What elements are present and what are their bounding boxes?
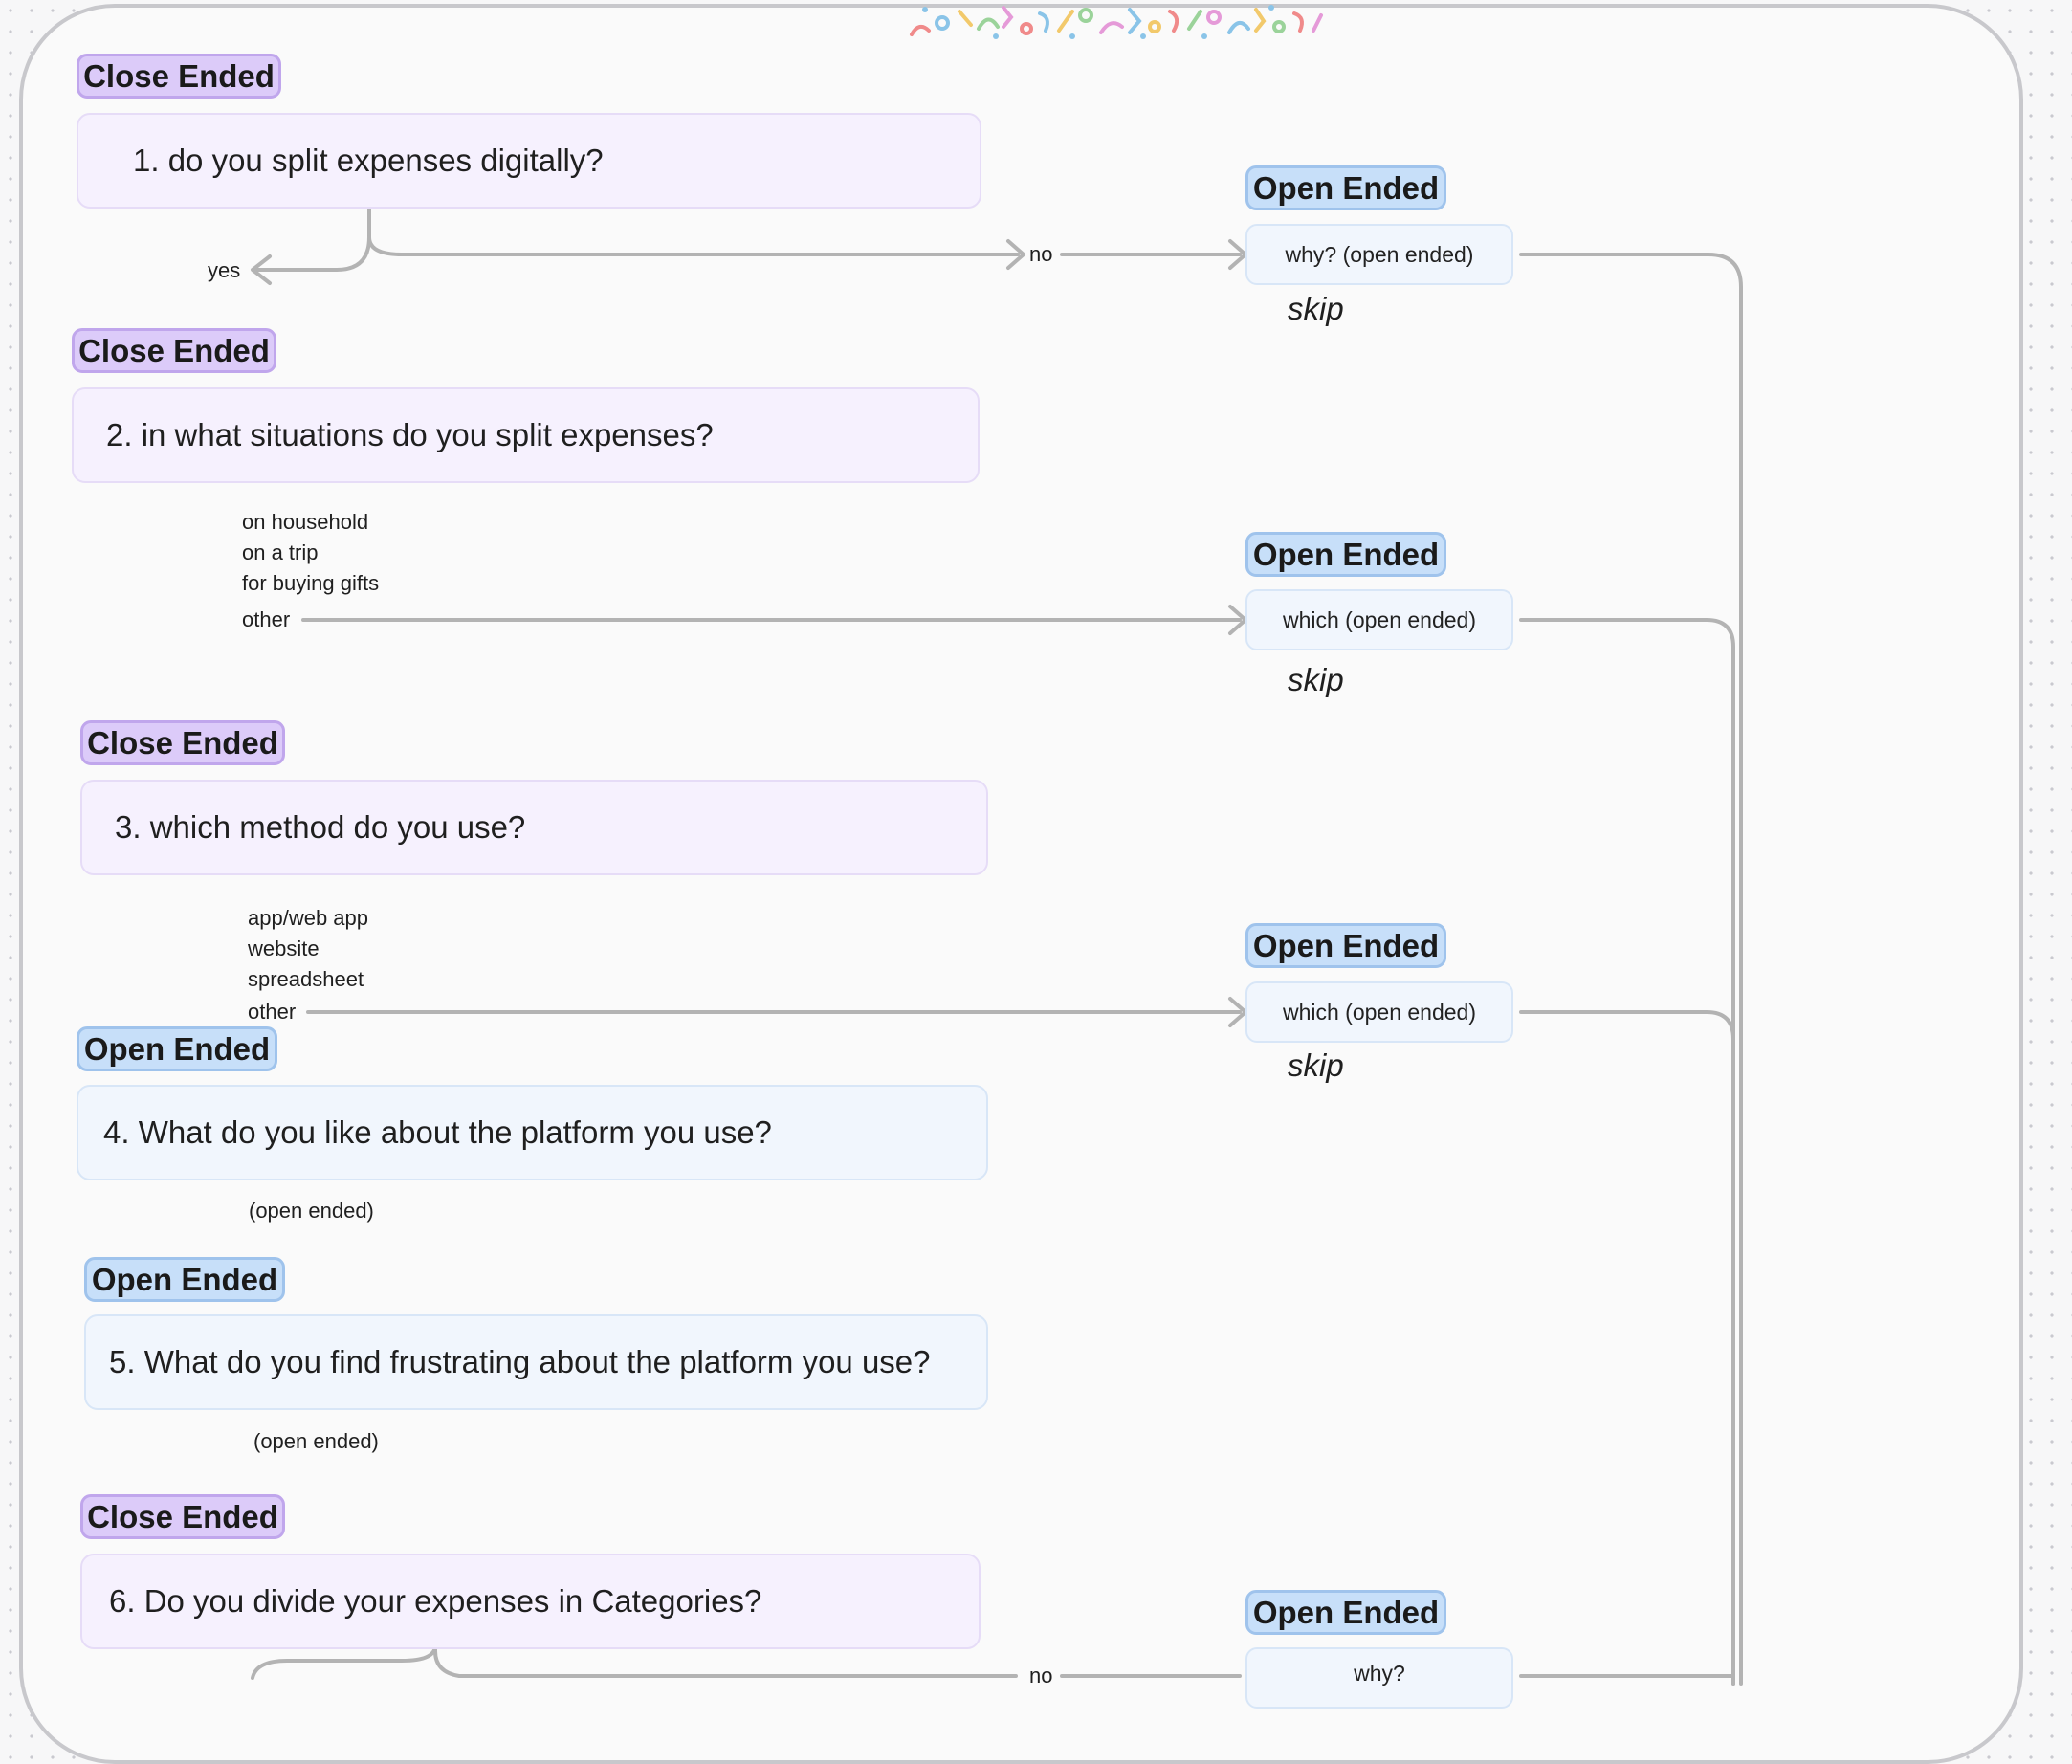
q3-option-app: app/web app (248, 906, 368, 930)
question-6-box: 6. Do you divide your expenses in Catego… (80, 1554, 981, 1649)
q3-skip-label: skip (1288, 1047, 1344, 1083)
q1-no-label: no (1029, 242, 1053, 266)
q3-option-spreadsheet: spreadsheet (248, 967, 364, 991)
q6-branch-yes-line (251, 1643, 437, 1680)
q3-option-other: other (248, 1000, 297, 1024)
return-line-3 (1519, 1010, 1735, 1686)
q2-option-trip: on a trip (242, 540, 319, 564)
q2-followup-box: which (open ended) (1245, 589, 1513, 650)
q2-skip-label: skip (1288, 662, 1344, 697)
q2-option-household: on household (242, 510, 369, 534)
close-ended-tag: Close Ended (72, 328, 276, 373)
open-ended-tag: Open Ended (1245, 1590, 1446, 1635)
open-ended-tag: Open Ended (1245, 923, 1446, 968)
question-2-box: 2. in what situations do you split expen… (72, 387, 980, 483)
return-line-1 (1519, 253, 1743, 1686)
q1-followup-box: why? (open ended) (1245, 224, 1513, 285)
q2-option-other: other (242, 607, 291, 631)
q6-no-label: no (1029, 1664, 1053, 1687)
close-ended-tag: Close Ended (80, 1494, 285, 1539)
q1-yes-label: yes (208, 258, 241, 282)
q1-skip-label: skip (1288, 291, 1344, 326)
q1-branch-no-line (367, 235, 1020, 256)
return-line-2 (1519, 618, 1735, 1686)
q3-option-website: website (248, 937, 320, 960)
open-ended-tag: Open Ended (1245, 532, 1446, 577)
q4-answer-type: (open ended) (249, 1199, 374, 1223)
close-ended-tag: Close Ended (80, 720, 285, 765)
close-ended-tag: Close Ended (77, 54, 281, 99)
question-3-box: 3. which method do you use? (80, 780, 988, 875)
question-4-box: 4. What do you like about the platform y… (77, 1085, 988, 1180)
question-5-box: 5. What do you find frustrating about th… (84, 1314, 988, 1410)
q2-option-gifts: for buying gifts (242, 571, 380, 595)
question-1-box: 1. do you split expenses digitally? (77, 113, 981, 209)
open-ended-tag: Open Ended (77, 1026, 277, 1071)
open-ended-tag: Open Ended (1245, 165, 1446, 210)
q6-followup-box: why? (1245, 1647, 1513, 1709)
q5-answer-type: (open ended) (253, 1429, 379, 1453)
q3-followup-box: which (open ended) (1245, 981, 1513, 1043)
open-ended-tag: Open Ended (84, 1257, 285, 1302)
